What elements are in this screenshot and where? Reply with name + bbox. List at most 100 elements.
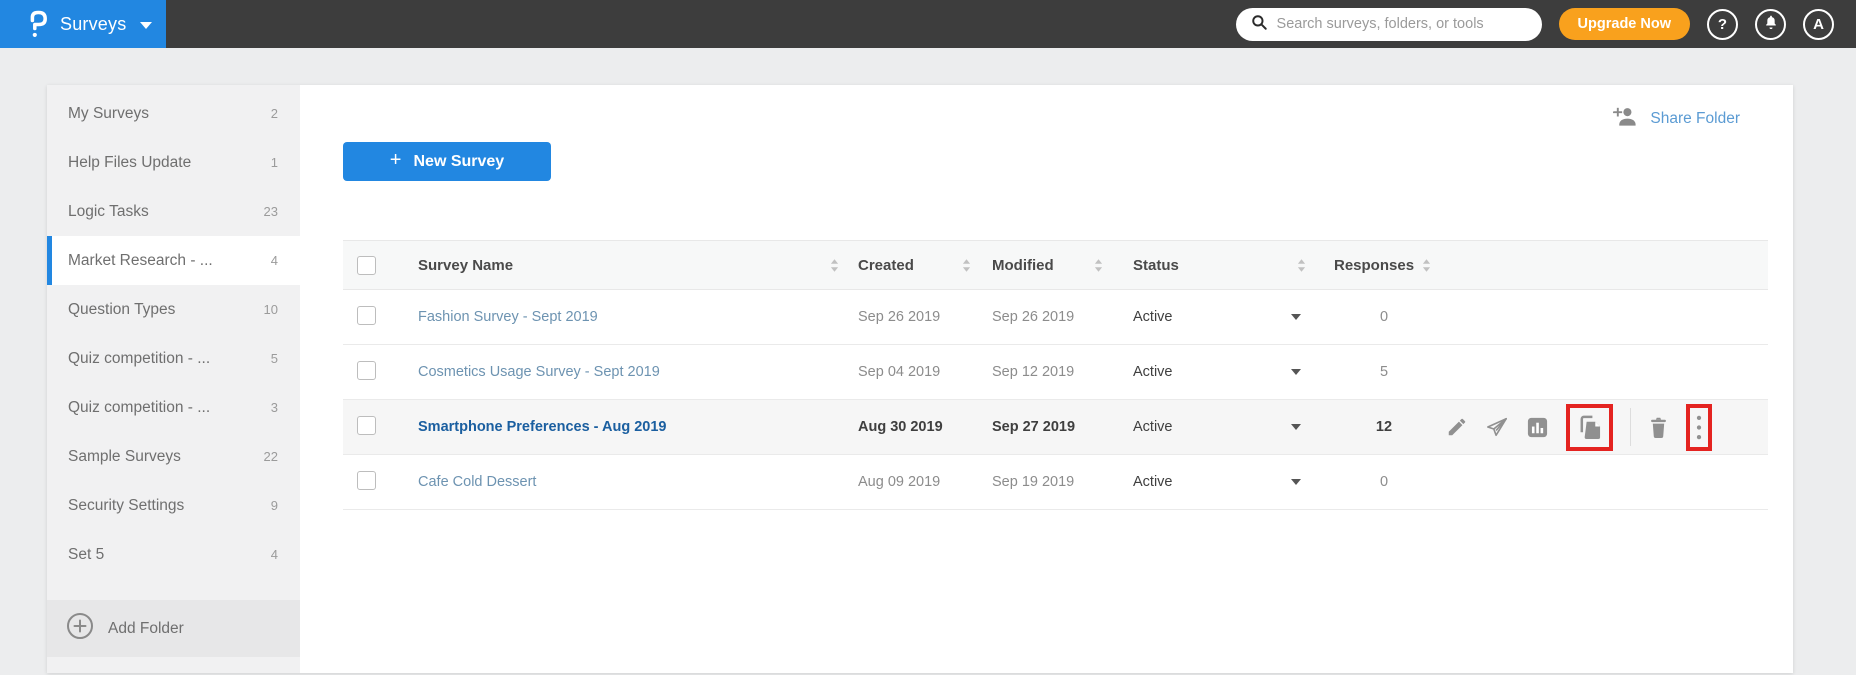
copy-annotation-box (1566, 403, 1613, 451)
status-dropdown[interactable]: Active (1129, 474, 1301, 490)
table-row: Smartphone Preferences - Aug 2019 Aug 30… (343, 400, 1768, 455)
new-survey-label: New Survey (413, 152, 505, 170)
folder-count-badge: 1 (270, 155, 278, 170)
add-folder-label: Add Folder (108, 619, 184, 637)
chevron-down-icon (1291, 424, 1301, 430)
status-dropdown[interactable]: Active (1129, 364, 1301, 380)
status-value: Active (1133, 309, 1173, 325)
chevron-down-icon (1291, 479, 1301, 485)
help-button[interactable]: ? (1707, 8, 1738, 40)
proprofs-logo-icon (26, 9, 50, 40)
status-value: Active (1133, 364, 1173, 380)
sort-icon[interactable] (1297, 258, 1306, 272)
product-switcher[interactable]: Surveys (0, 0, 166, 48)
modified-date: Sep 27 2019 (992, 419, 1076, 435)
chevron-down-icon (140, 21, 153, 29)
add-folder-button[interactable]: Add Folder (47, 600, 300, 657)
folder-count-badge: 4 (270, 547, 278, 562)
folder-label: Set 5 (68, 545, 105, 563)
app-name: Surveys (60, 13, 127, 34)
row-checkbox[interactable] (357, 470, 376, 490)
edit-icon[interactable] (1446, 416, 1468, 438)
sort-icon[interactable] (962, 258, 971, 272)
bell-icon (1763, 14, 1779, 34)
folder-count-badge: 2 (270, 106, 278, 121)
sidebar-folder-item[interactable]: Security Settings 9 (47, 481, 300, 530)
status-dropdown[interactable]: Active (1129, 309, 1301, 325)
sort-icon[interactable] (1422, 258, 1431, 272)
folder-label: Question Types (68, 300, 176, 318)
col-status: Status (1133, 256, 1179, 274)
sidebar-folder-item[interactable]: Market Research - ... 4 (47, 236, 300, 285)
sidebar-list: My Surveys 2 Help Files Update 1 Logic T… (47, 85, 300, 579)
plus-icon: + (389, 149, 402, 171)
status-value: Active (1133, 419, 1173, 435)
row-checkbox[interactable] (357, 305, 376, 325)
sidebar-folder-item[interactable]: Quiz competition - ... 3 (47, 383, 300, 432)
folder-count-badge: 3 (270, 400, 278, 415)
responses-count: 0 (1379, 474, 1389, 490)
responses-count: 12 (1375, 419, 1393, 435)
sidebar-folder-item[interactable]: Set 5 4 (47, 530, 300, 579)
global-search (1235, 7, 1542, 41)
survey-name-link[interactable]: Cosmetics Usage Survey - Sept 2019 (418, 364, 660, 380)
created-date: Sep 04 2019 (858, 364, 941, 380)
sidebar-folder-item[interactable]: Question Types 10 (47, 285, 300, 334)
created-date: Aug 09 2019 (858, 474, 941, 490)
sidebar-folder-item[interactable]: Help Files Update 1 (47, 138, 300, 187)
folder-count-badge: 22 (263, 449, 278, 464)
table-header-row: Survey Name Created Modified Status Resp… (343, 240, 1768, 290)
surveys-table: Survey Name Created Modified Status Resp… (343, 240, 1768, 510)
reports-icon[interactable] (1526, 416, 1549, 439)
table-row: Fashion Survey - Sept 2019 Sep 26 2019 S… (343, 290, 1768, 345)
search-input[interactable] (1276, 16, 1528, 32)
avatar[interactable]: A (1803, 8, 1834, 40)
folder-label: Quiz competition - ... (68, 398, 211, 416)
responses-count: 5 (1379, 364, 1389, 380)
chevron-down-icon (1291, 369, 1301, 375)
folder-label: Logic Tasks (68, 202, 149, 220)
col-responses: Responses (1334, 256, 1415, 274)
row-checkbox[interactable] (357, 360, 376, 380)
responses-count: 0 (1379, 309, 1389, 325)
actions-divider (1630, 408, 1631, 446)
sidebar-folder-item[interactable]: My Surveys 2 (47, 89, 300, 138)
modified-date: Sep 19 2019 (992, 474, 1075, 490)
modified-date: Sep 26 2019 (992, 309, 1075, 325)
folder-count-badge: 23 (263, 204, 278, 219)
survey-name-link[interactable]: Smartphone Preferences - Aug 2019 (418, 419, 666, 435)
sidebar-folder-item[interactable]: Sample Surveys 22 (47, 432, 300, 481)
sidebar-folder-item[interactable]: Logic Tasks 23 (47, 187, 300, 236)
send-icon[interactable] (1485, 416, 1509, 438)
col-survey-name: Survey Name (418, 256, 514, 274)
share-folder-link[interactable]: Share Folder (1612, 106, 1740, 131)
more-options-icon[interactable] (1695, 414, 1703, 441)
sort-icon[interactable] (1094, 258, 1103, 272)
folder-count-badge: 9 (270, 498, 278, 513)
folders-sidebar: My Surveys 2 Help Files Update 1 Logic T… (47, 85, 300, 673)
table-row: Cafe Cold Dessert Aug 09 2019 Sep 19 201… (343, 455, 1768, 510)
col-created: Created (858, 256, 914, 274)
status-dropdown[interactable]: Active (1129, 419, 1301, 435)
folder-label: Security Settings (68, 496, 185, 514)
main-panel: Share Folder + New Survey Survey Name Cr… (300, 85, 1793, 673)
folder-label: Market Research - ... (68, 251, 213, 269)
new-survey-button[interactable]: + New Survey (343, 142, 551, 181)
search-icon (1250, 13, 1268, 36)
upgrade-now-button[interactable]: Upgrade Now (1558, 8, 1690, 40)
folder-label: Help Files Update (68, 153, 192, 171)
row-checkbox[interactable] (357, 415, 376, 435)
sort-icon[interactable] (830, 258, 839, 272)
chevron-down-icon (1291, 314, 1301, 320)
sidebar-folder-item[interactable]: Quiz competition - ... 5 (47, 334, 300, 383)
notifications-button[interactable] (1755, 8, 1786, 40)
survey-name-link[interactable]: Cafe Cold Dessert (418, 474, 536, 490)
folder-label: My Surveys (68, 104, 149, 122)
delete-icon[interactable] (1648, 416, 1669, 439)
add-person-icon (1612, 106, 1638, 131)
folder-count-badge: 4 (270, 253, 278, 268)
select-all-checkbox[interactable] (357, 255, 376, 275)
survey-name-link[interactable]: Fashion Survey - Sept 2019 (418, 309, 598, 325)
folder-label: Quiz competition - ... (68, 349, 211, 367)
copy-icon[interactable] (1577, 414, 1602, 441)
